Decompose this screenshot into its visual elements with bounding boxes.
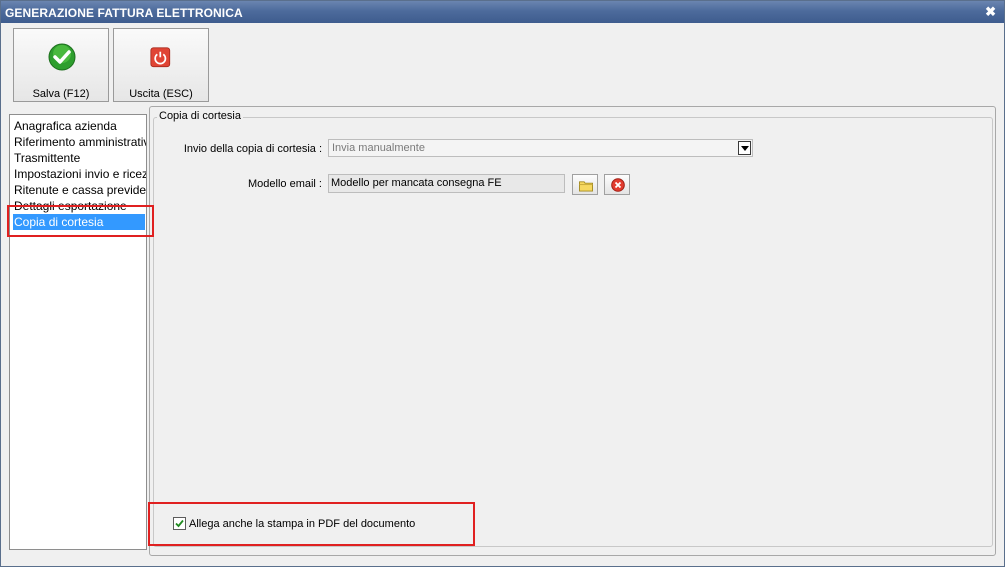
window-title: GENERAZIONE FATTURA ELETTRONICA bbox=[5, 6, 243, 20]
title-bar: GENERAZIONE FATTURA ELETTRONICA ✖ bbox=[1, 1, 1004, 23]
save-label: Salva (F12) bbox=[32, 88, 90, 100]
chevron-down-icon[interactable] bbox=[738, 141, 751, 155]
highlight-box-checkbox bbox=[148, 502, 475, 546]
group-title: Copia di cortesia bbox=[157, 110, 243, 122]
save-button[interactable]: Salva (F12) bbox=[13, 28, 109, 102]
sidebar-item-anagrafica[interactable]: Anagrafica azienda bbox=[13, 118, 146, 134]
close-icon[interactable]: ✖ bbox=[985, 4, 996, 20]
highlight-box-sidebar bbox=[7, 205, 154, 237]
exit-label: Uscita (ESC) bbox=[129, 88, 193, 100]
exit-button[interactable]: Uscita (ESC) bbox=[113, 28, 209, 102]
delete-icon bbox=[611, 178, 625, 192]
browse-template-button[interactable] bbox=[572, 174, 598, 195]
folder-icon bbox=[579, 181, 593, 192]
check-icon bbox=[48, 43, 76, 71]
clear-template-button[interactable] bbox=[604, 174, 630, 195]
sidebar-item-trasmittente[interactable]: Trasmittente bbox=[13, 150, 146, 166]
sidebar-item-impostazioni[interactable]: Impostazioni invio e ricezione bbox=[13, 166, 146, 182]
invio-label: Invio della copia di cortesia : bbox=[183, 143, 322, 155]
power-icon bbox=[150, 47, 171, 68]
modello-value: Modello per mancata consegna FE bbox=[331, 177, 502, 189]
invio-select[interactable]: Invia manualmente bbox=[328, 139, 753, 157]
modello-label: Modello email : bbox=[248, 178, 322, 190]
sidebar-item-ritenute[interactable]: Ritenute e cassa previdenziale bbox=[13, 182, 146, 198]
sidebar-item-riferimento[interactable]: Riferimento amministrativo bbox=[13, 134, 146, 150]
modello-email-field[interactable]: Modello per mancata consegna FE bbox=[328, 174, 565, 193]
invio-value: Invia manualmente bbox=[332, 142, 425, 154]
sidebar-list: Anagrafica azienda Riferimento amministr… bbox=[9, 114, 147, 550]
